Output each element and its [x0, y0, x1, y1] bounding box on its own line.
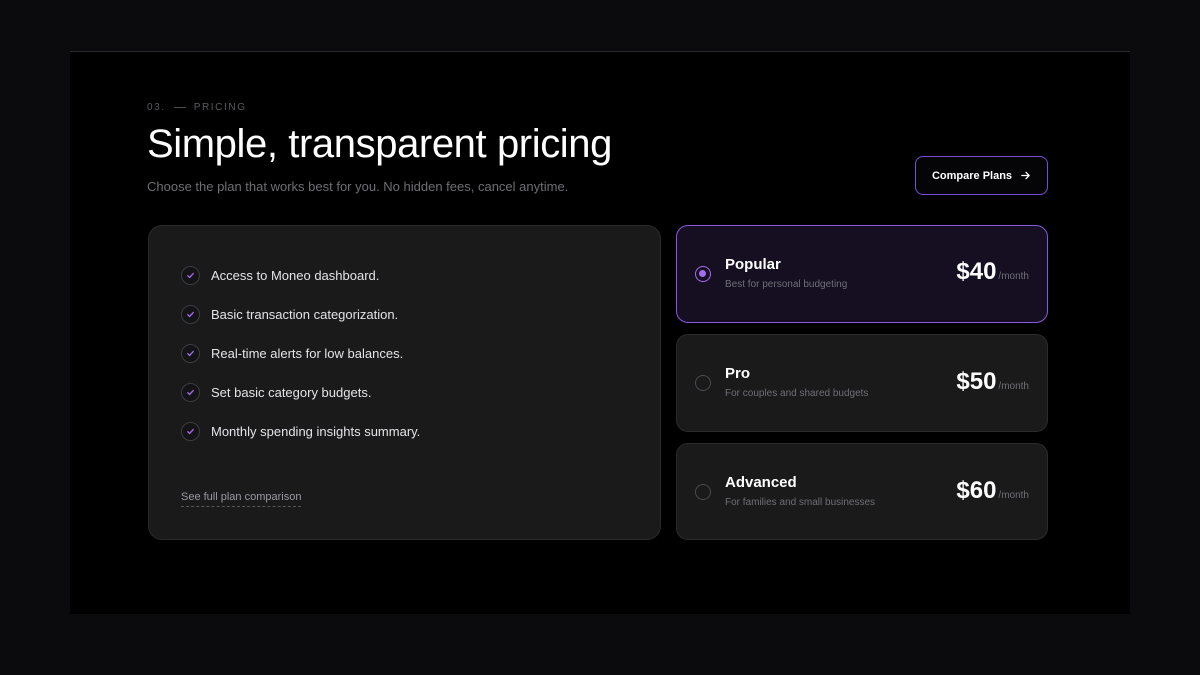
section-eyebrow: 03. PRICING	[147, 102, 247, 113]
price-period: /month	[998, 271, 1029, 282]
radio-unselected-icon[interactable]	[695, 375, 711, 391]
price-amount: $40	[956, 258, 997, 285]
check-icon	[181, 305, 200, 324]
price-period: /month	[998, 490, 1029, 501]
feature-item: Set basic category budgets.	[181, 373, 420, 412]
plan-option-pro[interactable]: Pro For couples and shared budgets $50 /…	[676, 334, 1048, 432]
page-title: Simple, transparent pricing	[147, 122, 612, 166]
eyebrow-divider	[173, 107, 186, 108]
see-full-comparison-link[interactable]: See full plan comparison	[181, 491, 302, 507]
check-icon	[181, 422, 200, 441]
check-icon	[181, 383, 200, 402]
feature-label: Real-time alerts for low balances.	[211, 346, 404, 361]
compare-plans-label: Compare Plans	[931, 169, 1013, 182]
plan-name: Advanced	[725, 474, 797, 491]
plan-price: $50 /month	[956, 368, 1029, 396]
plan-description: For families and small businesses	[725, 497, 876, 508]
price-amount: $50	[956, 368, 997, 395]
plan-price: $40 /month	[956, 258, 1029, 286]
feature-item: Monthly spending insights summary.	[181, 412, 420, 451]
plan-description: For couples and shared budgets	[725, 388, 869, 399]
plan-option-advanced[interactable]: Advanced For families and small business…	[676, 443, 1048, 540]
plan-price: $60 /month	[956, 477, 1029, 505]
section-label: PRICING	[193, 102, 247, 113]
pricing-section: 03. PRICING Simple, transparent pricing …	[70, 51, 1130, 614]
compare-plans-button[interactable]: Compare Plans	[915, 156, 1048, 195]
feature-label: Monthly spending insights summary.	[211, 424, 421, 439]
plan-description: Best for personal budgeting	[725, 279, 848, 290]
check-icon	[181, 344, 200, 363]
feature-label: Basic transaction categorization.	[211, 307, 399, 322]
radio-unselected-icon[interactable]	[695, 483, 711, 500]
page-subtitle: Choose the plan that works best for you.…	[147, 179, 569, 194]
arrow-right-icon	[1021, 171, 1030, 180]
plan-name: Popular	[725, 256, 781, 273]
feature-label: Access to Moneo dashboard.	[211, 268, 380, 283]
features-card: Access to Moneo dashboard. Basic transac…	[148, 225, 661, 540]
feature-item: Real-time alerts for low balances.	[181, 334, 420, 373]
section-number: 03.	[147, 102, 166, 113]
price-period: /month	[998, 381, 1029, 392]
plan-name: Pro	[725, 365, 751, 382]
price-amount: $60	[956, 477, 997, 504]
plan-option-popular[interactable]: Popular Best for personal budgeting $40 …	[676, 225, 1048, 323]
feature-label: Set basic category budgets.	[211, 385, 372, 400]
radio-selected-icon[interactable]	[695, 266, 711, 282]
feature-list: Access to Moneo dashboard. Basic transac…	[181, 256, 420, 451]
feature-item: Basic transaction categorization.	[181, 295, 420, 334]
check-icon	[181, 266, 200, 285]
feature-item: Access to Moneo dashboard.	[181, 256, 420, 295]
